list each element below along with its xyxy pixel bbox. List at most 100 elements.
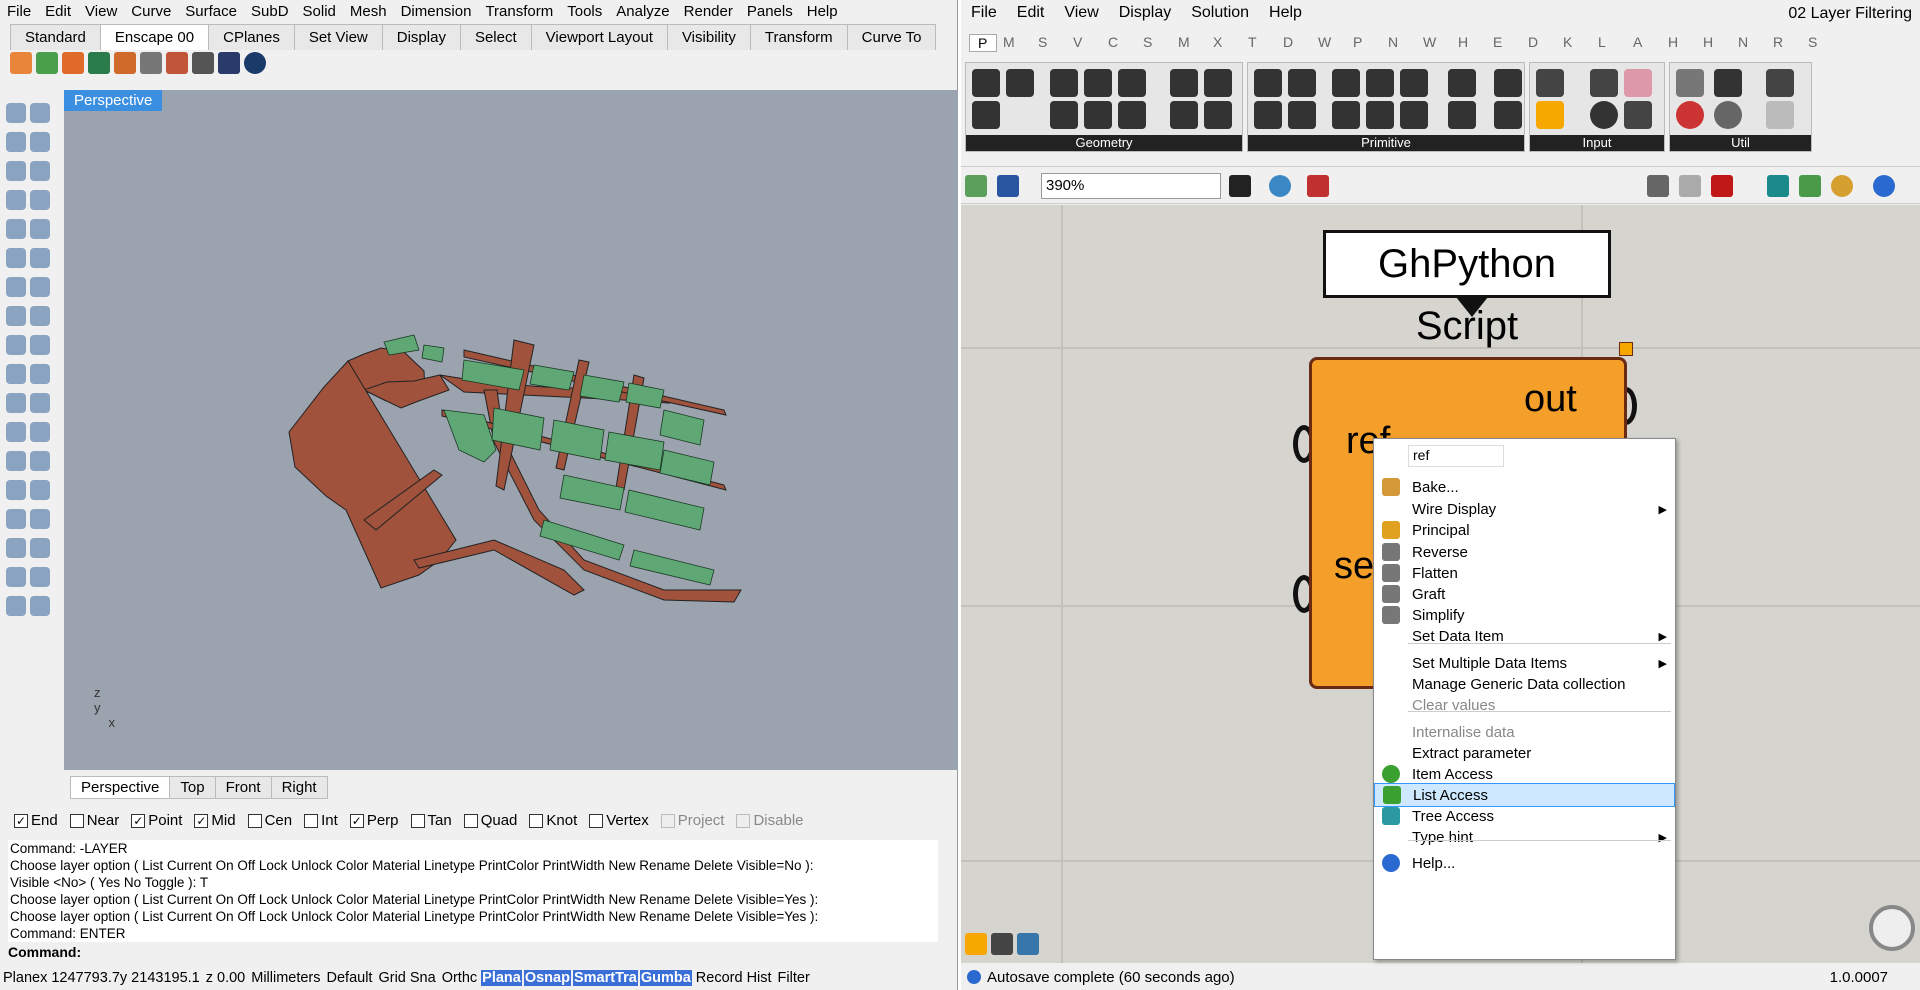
enscape-render-icon[interactable] [114,52,136,74]
sphere-icon[interactable] [30,277,50,297]
osnap-quad[interactable]: Quad [463,812,517,829]
tab-curve-tools[interactable]: Curve To [846,24,937,50]
explode-icon[interactable] [30,335,50,355]
tab-transform[interactable]: Transform [749,24,848,50]
gh-tab[interactable]: E [1487,34,1522,52]
selected-only-icon[interactable] [1799,175,1821,197]
primitive-icon[interactable] [1400,69,1428,97]
extrude-icon[interactable] [30,306,50,326]
gh-menu-display[interactable]: Display [1109,4,1181,26]
polyline-icon[interactable] [6,132,26,152]
view-tab-front[interactable]: Front [214,776,272,799]
osnap-knot[interactable]: Knot [529,812,577,829]
gh-tab[interactable]: S [1032,34,1067,52]
view-tab-perspective[interactable]: Perspective [70,776,171,799]
light-icon[interactable] [6,335,26,355]
menu-curve[interactable]: Curve [124,3,178,20]
primitive-icon[interactable] [1254,101,1282,129]
menu-render[interactable]: Render [677,3,740,20]
osnap-checkbox[interactable]: ✓ [194,813,209,828]
menu-help[interactable]: Help [800,3,845,20]
menu-item-principal[interactable]: Principal [1374,518,1675,542]
gh-compass-widget[interactable] [1869,905,1915,951]
primitive-icon[interactable] [1288,101,1316,129]
primitive-icon[interactable] [1366,69,1394,97]
enscape-sync-icon[interactable] [36,52,58,74]
osnap-checkbox[interactable] [736,813,751,828]
record-history-toggle[interactable]: Record Hist [693,970,775,986]
osnap-checkbox[interactable]: ✓ [349,813,364,828]
menu-file[interactable]: File [0,3,38,20]
view-tab-top[interactable]: Top [169,776,216,799]
input-icon[interactable] [1590,69,1618,97]
geometry-icon[interactable] [1118,69,1146,97]
osnap-disable[interactable]: Disable [736,812,804,829]
enscape-upload-icon[interactable] [166,52,188,74]
geometry-icon[interactable] [1118,101,1146,129]
primitive-icon[interactable] [1332,69,1360,97]
gh-menu-edit[interactable]: Edit [1007,4,1055,26]
gh-tab[interactable]: R [1767,34,1802,52]
geometry-icon[interactable] [972,69,1000,97]
primitive-icon[interactable] [1366,101,1394,129]
tab-enscape[interactable]: Enscape 00 [99,24,210,50]
grid-icon[interactable] [6,538,26,558]
menu-panels[interactable]: Panels [740,3,800,20]
gh-menu-file[interactable]: File [961,4,1007,26]
gh-tab[interactable]: A [1627,34,1662,52]
shaded-icon[interactable] [1711,175,1733,197]
primitive-icon[interactable] [1448,101,1476,129]
osnap-checkbox[interactable]: ✓ [131,813,146,828]
block-icon[interactable] [6,509,26,529]
osnap-checkbox[interactable] [410,813,425,828]
preview-mode-icon[interactable] [1647,175,1669,197]
tab-display[interactable]: Display [381,24,461,50]
menu-surface[interactable]: Surface [178,3,244,20]
primitive-icon[interactable] [1494,69,1522,97]
enscape-info-icon[interactable] [244,52,266,74]
enscape-material-icon[interactable] [140,52,162,74]
tab-viewport-layout[interactable]: Viewport Layout [530,24,668,50]
osnap-perp[interactable]: ✓ Perp [349,812,399,829]
gh-tab[interactable]: X [1207,34,1242,52]
gh-tab[interactable]: D [1522,34,1557,52]
circle-icon[interactable] [6,161,26,181]
param-name-field[interactable]: ref [1408,445,1504,467]
geometry-icon[interactable] [1204,69,1232,97]
move-icon[interactable] [30,480,50,500]
sphere-icon[interactable] [1873,175,1895,197]
osnap-end[interactable]: ✓ End [14,812,58,829]
curve-icon[interactable] [30,132,50,152]
geometry-icon[interactable] [972,101,1000,129]
save-icon[interactable] [997,175,1019,197]
box-icon[interactable] [6,277,26,297]
enscape-settings-icon[interactable] [192,52,214,74]
tab-standard[interactable]: Standard [10,24,101,50]
text-icon[interactable] [6,451,26,471]
input-icon[interactable] [1536,101,1564,129]
gh-tab[interactable]: M [1172,34,1207,52]
select-icon[interactable] [6,103,26,123]
tab-cplanes[interactable]: CPlanes [208,24,295,50]
menu-tools[interactable]: Tools [560,3,609,20]
boolean-icon[interactable] [6,393,26,413]
bake-toolbar-icon[interactable] [1767,175,1789,197]
menu-subd[interactable]: SubD [244,3,296,20]
menu-solid[interactable]: Solid [296,3,343,20]
grid-snap-toggle[interactable]: Grid Sna [375,970,438,986]
surface-icon[interactable] [6,248,26,268]
smarttrack-toggle[interactable]: SmartTra [572,970,638,986]
filter-toggle[interactable]: Filter [775,970,813,986]
mesh-icon[interactable] [6,306,26,326]
menu-mesh[interactable]: Mesh [343,3,394,20]
geometry-icon[interactable] [1204,101,1232,129]
util-icon[interactable] [1676,101,1704,129]
gh-tab[interactable]: C [1102,34,1137,52]
osnap-checkbox[interactable] [529,813,544,828]
gh-tab[interactable]: W [1312,34,1347,52]
import-icon[interactable] [991,933,1013,955]
osnap-checkbox[interactable] [247,813,262,828]
current-layer[interactable]: Default [324,970,376,986]
ortho-toggle[interactable]: Orthc [439,970,480,986]
sketch-icon[interactable] [1307,175,1329,197]
